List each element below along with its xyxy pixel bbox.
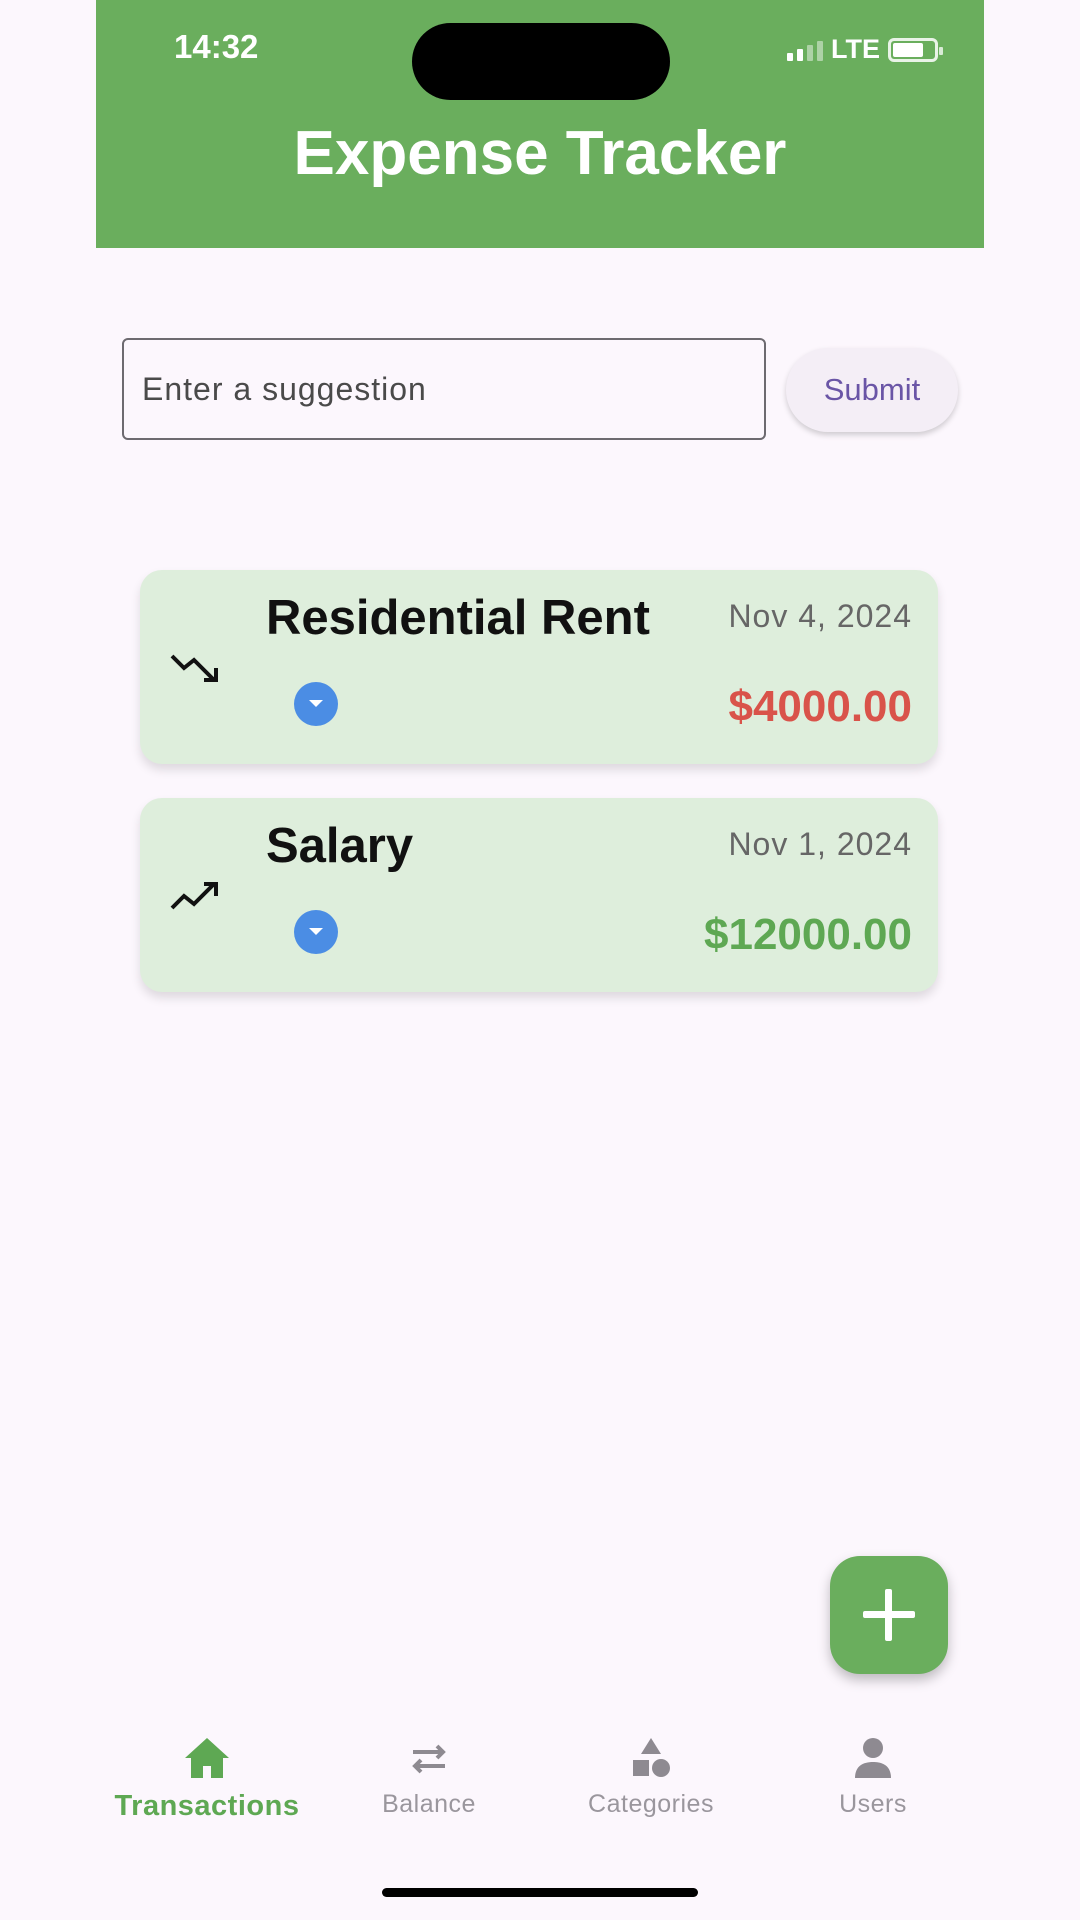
person-icon — [855, 1738, 891, 1778]
app-screen: 14:32 LTE Expense Tracker Submit Residen… — [0, 0, 1080, 1920]
swap-icon — [412, 1744, 446, 1774]
add-transaction-button[interactable] — [830, 1556, 948, 1674]
home-indicator — [382, 1888, 698, 1897]
suggestion-input[interactable] — [122, 338, 766, 440]
trending-down-icon — [170, 654, 218, 682]
transaction-card[interactable]: Salary Nov 1, 2024 $12000.00 — [140, 798, 938, 992]
chevron-down-icon[interactable] — [294, 682, 338, 726]
trending-up-icon — [170, 882, 218, 910]
nav-item-users[interactable]: Users — [762, 1710, 984, 1830]
nav-label: Users — [839, 1790, 907, 1818]
nav-label: Balance — [382, 1790, 476, 1818]
home-icon — [185, 1738, 229, 1778]
network-label: LTE — [831, 34, 880, 64]
bottom-nav: Transactions Balance Categories Users — [96, 1710, 984, 1830]
shapes-icon — [633, 1738, 670, 1777]
submit-button[interactable]: Submit — [786, 348, 958, 432]
transaction-title: Residential Rent — [266, 591, 650, 645]
nav-item-categories[interactable]: Categories — [540, 1710, 762, 1830]
nav-item-balance[interactable]: Balance — [318, 1710, 540, 1830]
page-title: Expense Tracker — [293, 119, 787, 188]
signal-icon — [787, 39, 823, 61]
status-indicators: LTE — [787, 34, 943, 65]
transaction-date: Nov 4, 2024 — [728, 598, 912, 634]
nav-label: Categories — [588, 1790, 714, 1818]
nav-label: Transactions — [114, 1790, 300, 1822]
transaction-amount: $4000.00 — [728, 682, 912, 731]
app-header: 14:32 LTE Expense Tracker — [96, 0, 984, 248]
nav-item-transactions[interactable]: Transactions — [96, 1710, 318, 1830]
transaction-amount: $12000.00 — [704, 910, 912, 959]
transaction-date: Nov 1, 2024 — [728, 826, 912, 862]
battery-icon — [888, 37, 943, 62]
transaction-card[interactable]: Residential Rent Nov 4, 2024 $4000.00 — [140, 570, 938, 764]
status-time: 14:32 — [174, 28, 259, 65]
chevron-down-icon[interactable] — [294, 910, 338, 954]
transaction-title: Salary — [266, 819, 414, 873]
dynamic-island — [412, 23, 670, 100]
